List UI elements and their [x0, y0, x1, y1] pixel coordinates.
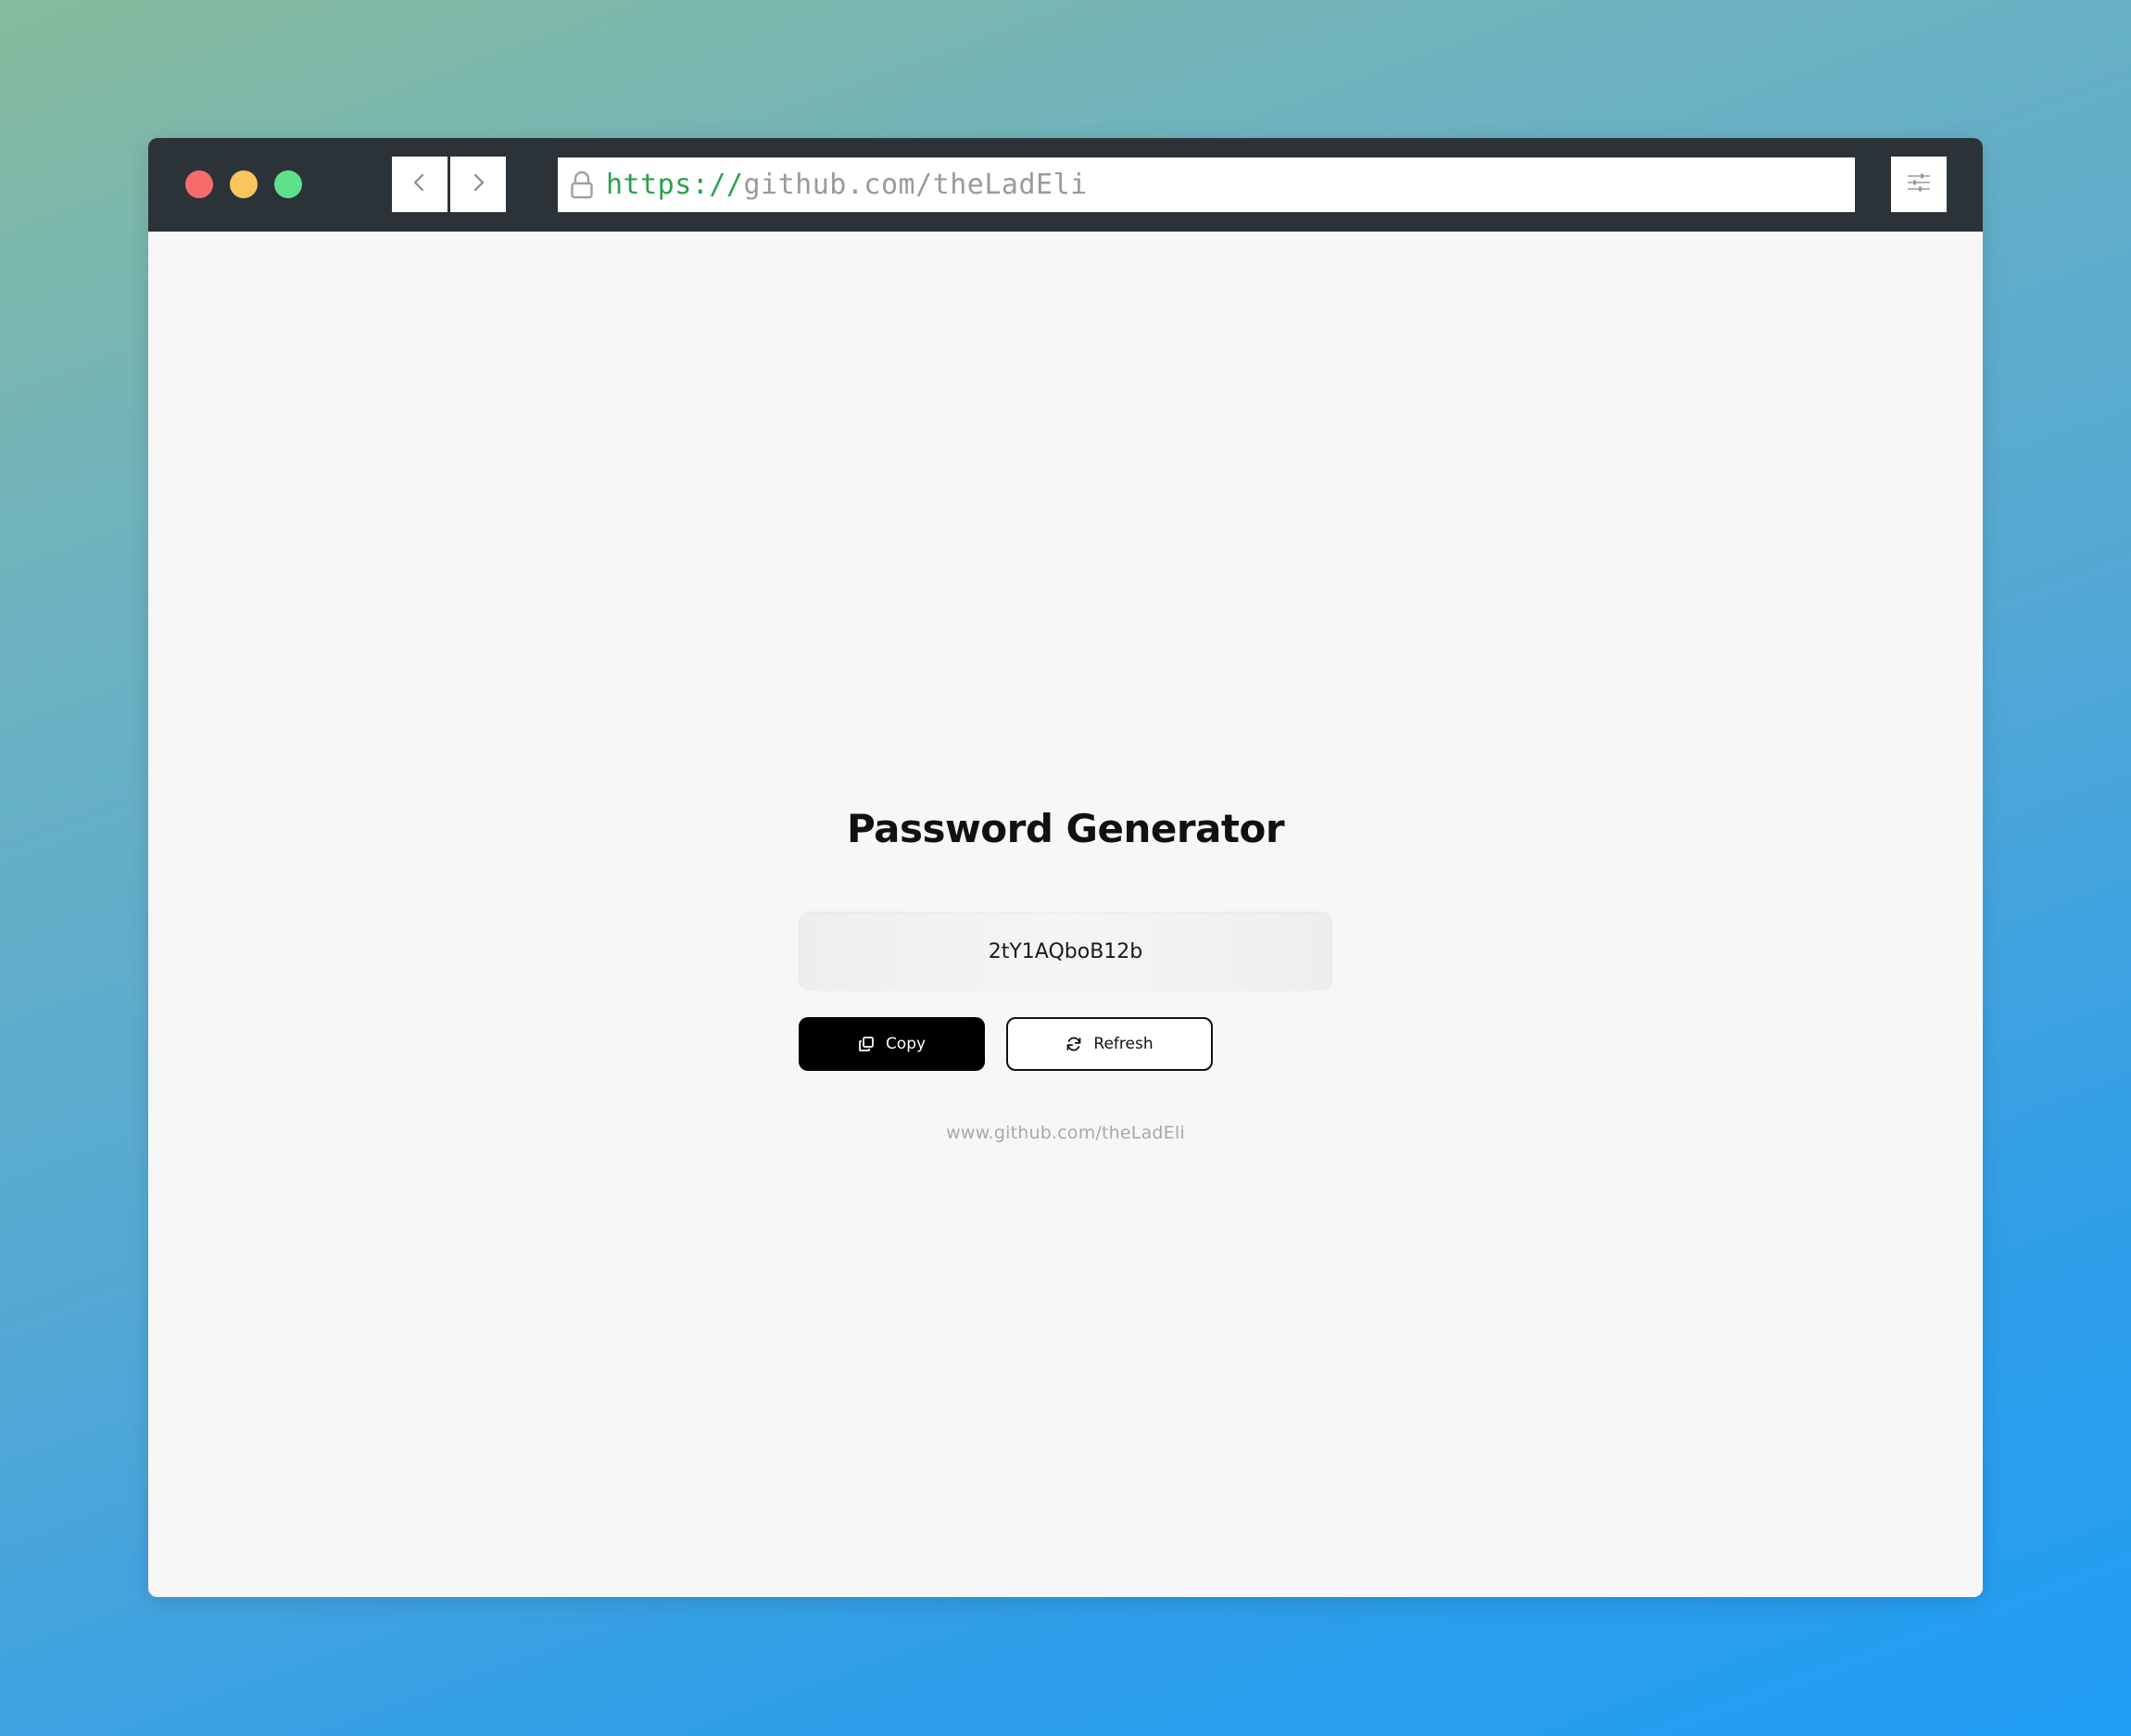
close-window-button[interactable] [185, 170, 213, 198]
github-link[interactable]: www.github.com/theLadEli [148, 1123, 1983, 1143]
url-host-path: github.com/theLadEli [743, 169, 1088, 201]
refresh-button[interactable]: Refresh [1006, 1017, 1213, 1071]
url-text: https://github.com/theLadEli [606, 169, 1088, 201]
password-text: 2tY1AQboB12b [988, 939, 1143, 963]
lock-icon [569, 170, 595, 201]
browser-window: https://github.com/theLadEli Password Ge… [148, 138, 1983, 1597]
refresh-icon [1066, 1036, 1082, 1052]
password-output[interactable]: 2tY1AQboB12b [799, 912, 1332, 991]
minimize-window-button[interactable] [230, 170, 258, 198]
page-title: Password Generator [846, 806, 1285, 851]
copy-icon [858, 1036, 875, 1052]
copy-label: Copy [885, 1035, 927, 1053]
browser-toolbar: https://github.com/theLadEli [148, 138, 1983, 232]
back-button[interactable] [392, 157, 448, 212]
url-scheme: https:// [606, 169, 744, 201]
sliders-icon [1907, 172, 1931, 197]
chevron-right-icon [468, 172, 488, 197]
forward-button[interactable] [450, 157, 506, 212]
page-content: Password Generator 2tY1AQboB12b Copy Ref… [148, 232, 1983, 1597]
refresh-label: Refresh [1093, 1035, 1154, 1053]
chevron-left-icon [410, 172, 430, 197]
maximize-window-button[interactable] [274, 170, 302, 198]
copy-button[interactable]: Copy [799, 1017, 985, 1071]
settings-button[interactable] [1891, 157, 1947, 212]
address-bar[interactable]: https://github.com/theLadEli [558, 157, 1855, 212]
